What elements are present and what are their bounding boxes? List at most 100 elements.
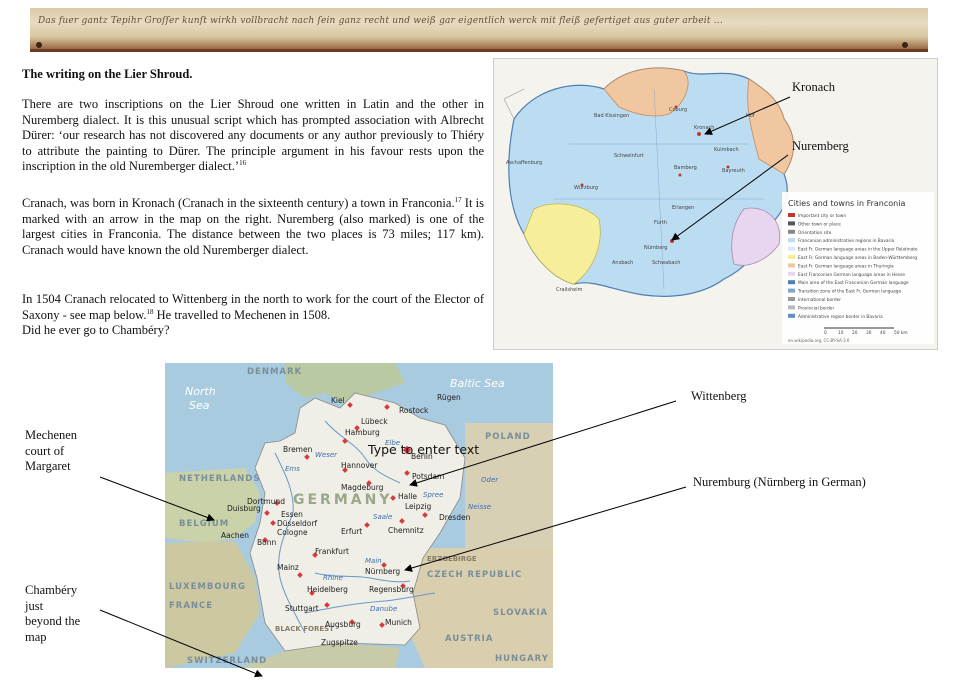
city-regensburg: Regensburg: [369, 585, 414, 594]
town-aschaffenburg: Aschaffenburg: [506, 160, 542, 166]
country-czech-republic: CZECH REPUBLIC: [427, 570, 522, 580]
city-hamburg: Hamburg: [345, 428, 380, 437]
town-hof: Hof: [746, 113, 755, 119]
kronach-marker-icon: [697, 132, 701, 136]
footnote-marker: 18: [146, 307, 154, 316]
scale-label: 20: [852, 330, 858, 336]
scale-label: 0: [824, 330, 827, 336]
river-rhine: Rhine: [323, 574, 343, 582]
callout-mechenen: Mechenen court of Margaret: [25, 428, 77, 475]
city-cologne: Cologne: [277, 528, 308, 537]
town-schwabach: Schwabach: [652, 260, 680, 266]
legend-item: Important city or town: [798, 213, 846, 219]
callout-nuremburg: Nuremburg (Nürnberg in German): [693, 475, 866, 489]
shroud-inscription-image: Das fuer gantz Tepihr Groſſer kunſt wirk…: [30, 8, 928, 52]
legend-item: East Fr. German language areas in the Up…: [798, 247, 918, 253]
franconia-map: Coburg Kronach Kulmbach Bayreuth Bamberg…: [493, 58, 938, 350]
city-magdeburg: Magdeburg: [341, 483, 384, 492]
city-halle: Halle: [398, 492, 417, 501]
legend-swatch: [788, 297, 795, 301]
callout-kronach: Kronach: [792, 80, 836, 94]
country-france: FRANCE: [169, 601, 213, 611]
river-main: Main: [365, 557, 382, 565]
country-luxembourg: LUXEMBOURG: [169, 582, 246, 592]
legend-item: East Franconian German language areas in…: [798, 272, 905, 278]
legend-title: Cities and towns in Franconia: [788, 199, 905, 208]
city-leipzig: Leipzig: [405, 502, 432, 511]
nail-icon: [36, 42, 42, 48]
paragraph-inscriptions: There are two inscriptions on the Lier S…: [22, 97, 484, 175]
city-frankfurt: Frankfurt: [315, 547, 349, 556]
country-germany: GERMANY: [293, 492, 392, 508]
germany-map: DENMARK POLAND NETHERLANDS BELGIUM LUXEM…: [165, 363, 553, 668]
city-hannover: Hannover: [341, 461, 378, 470]
p1-text: There are two inscriptions on the Lier S…: [22, 97, 484, 174]
banner-script-text: Das fuer gantz Tepihr Groſſer kunſt wirk…: [38, 16, 723, 26]
river-spree: Spree: [423, 491, 443, 499]
river-weser: Weser: [315, 451, 338, 459]
legend-item: Provincial border: [798, 305, 834, 311]
callout-chambery: Chambéry just beyond the map: [25, 583, 80, 645]
legend-swatch: [788, 246, 795, 251]
legend-swatch: [788, 313, 795, 318]
town-erlangen: Erlangen: [672, 205, 694, 211]
p3-text-b: He travelled to Mechenen in 1508.: [153, 307, 331, 322]
footnote-marker: 16: [239, 159, 247, 168]
scale-label: 10: [838, 330, 844, 336]
city-aachen: Aachen: [221, 531, 249, 540]
text-box-placeholder[interactable]: Type to enter text: [367, 442, 479, 457]
city-lubeck: Lübeck: [361, 417, 388, 426]
river-neisse: Neisse: [468, 503, 491, 511]
town-bayreuth: Bayreuth: [722, 168, 745, 174]
franconia-map-svg: Coburg Kronach Kulmbach Bayreuth Bamberg…: [494, 59, 937, 349]
town-wurzburg: Würzburg: [574, 185, 598, 191]
city-rostock: Rostock: [399, 406, 429, 415]
callout-chambery-line: beyond the: [25, 614, 81, 629]
country-hungary: HUNGARY: [495, 654, 549, 664]
town-coburg: Coburg: [669, 107, 687, 113]
city-essen: Essen: [281, 510, 303, 519]
town-kronach: Kronach: [694, 125, 714, 131]
town-schweinfurt: Schweinfurt: [614, 153, 644, 159]
legend-item: Other town or place: [798, 221, 841, 227]
city-munich: Munich: [385, 618, 412, 627]
legend-swatch: [788, 288, 795, 293]
sea-north-line2: Sea: [189, 399, 210, 412]
country-slovakia: SLOVAKIA: [493, 608, 548, 618]
paragraph-wittenberg: In 1504 Cranach relocated to Wittenberg …: [22, 292, 484, 339]
callout-mechenen-line: Margaret: [25, 459, 71, 474]
legend-item: Orientation site: [798, 230, 832, 236]
town-nurnberg: Nürnberg: [644, 245, 667, 251]
sea-north: North: [185, 385, 216, 398]
river-saale: Saale: [373, 513, 392, 521]
nuremberg-marker-icon: [670, 239, 674, 243]
legend-item: Franconian administrative regions in Bav…: [798, 238, 895, 244]
city-kiel: Kiel: [331, 396, 345, 405]
legend-item: Transition zone of the East Fr. German l…: [797, 289, 902, 295]
town-ansbach: Ansbach: [612, 260, 633, 266]
scale-label: 40: [880, 330, 886, 336]
city-bremen: Bremen: [283, 445, 313, 454]
country-netherlands: NETHERLANDS: [179, 474, 260, 484]
city-heidelberg: Heidelberg: [307, 585, 348, 594]
town-furth: Fürth: [654, 220, 667, 226]
river-oder: Oder: [481, 476, 499, 484]
city-duisburg: Duisburg: [227, 504, 261, 513]
callout-wittenberg: Wittenberg: [691, 389, 747, 403]
city-erfurt: Erfurt: [341, 527, 362, 536]
country-poland: POLAND: [485, 432, 531, 442]
p3-question: Did he ever go to Chambéry?: [22, 323, 170, 338]
town-bamberg: Bamberg: [674, 165, 697, 171]
p2-text-a: Cranach, was born in Kronach (Cranach in…: [22, 196, 455, 210]
legend-swatch: [788, 263, 795, 268]
city-rugen: Rügen: [437, 393, 461, 402]
city-bonn: Bonn: [257, 538, 276, 547]
legend-item: Main area of the East Franconian German …: [798, 280, 909, 286]
map-credit: en.wikipedia.org, CC-BY-SA-3.0: [788, 338, 850, 343]
scale-label: 30: [866, 330, 872, 336]
country-switzerland: SWITZERLAND: [187, 656, 267, 666]
legend-swatch: [788, 255, 795, 259]
legend-swatch: [788, 238, 795, 243]
city-zugspitze: Zugspitze: [321, 638, 358, 647]
nail-icon: [902, 42, 908, 48]
